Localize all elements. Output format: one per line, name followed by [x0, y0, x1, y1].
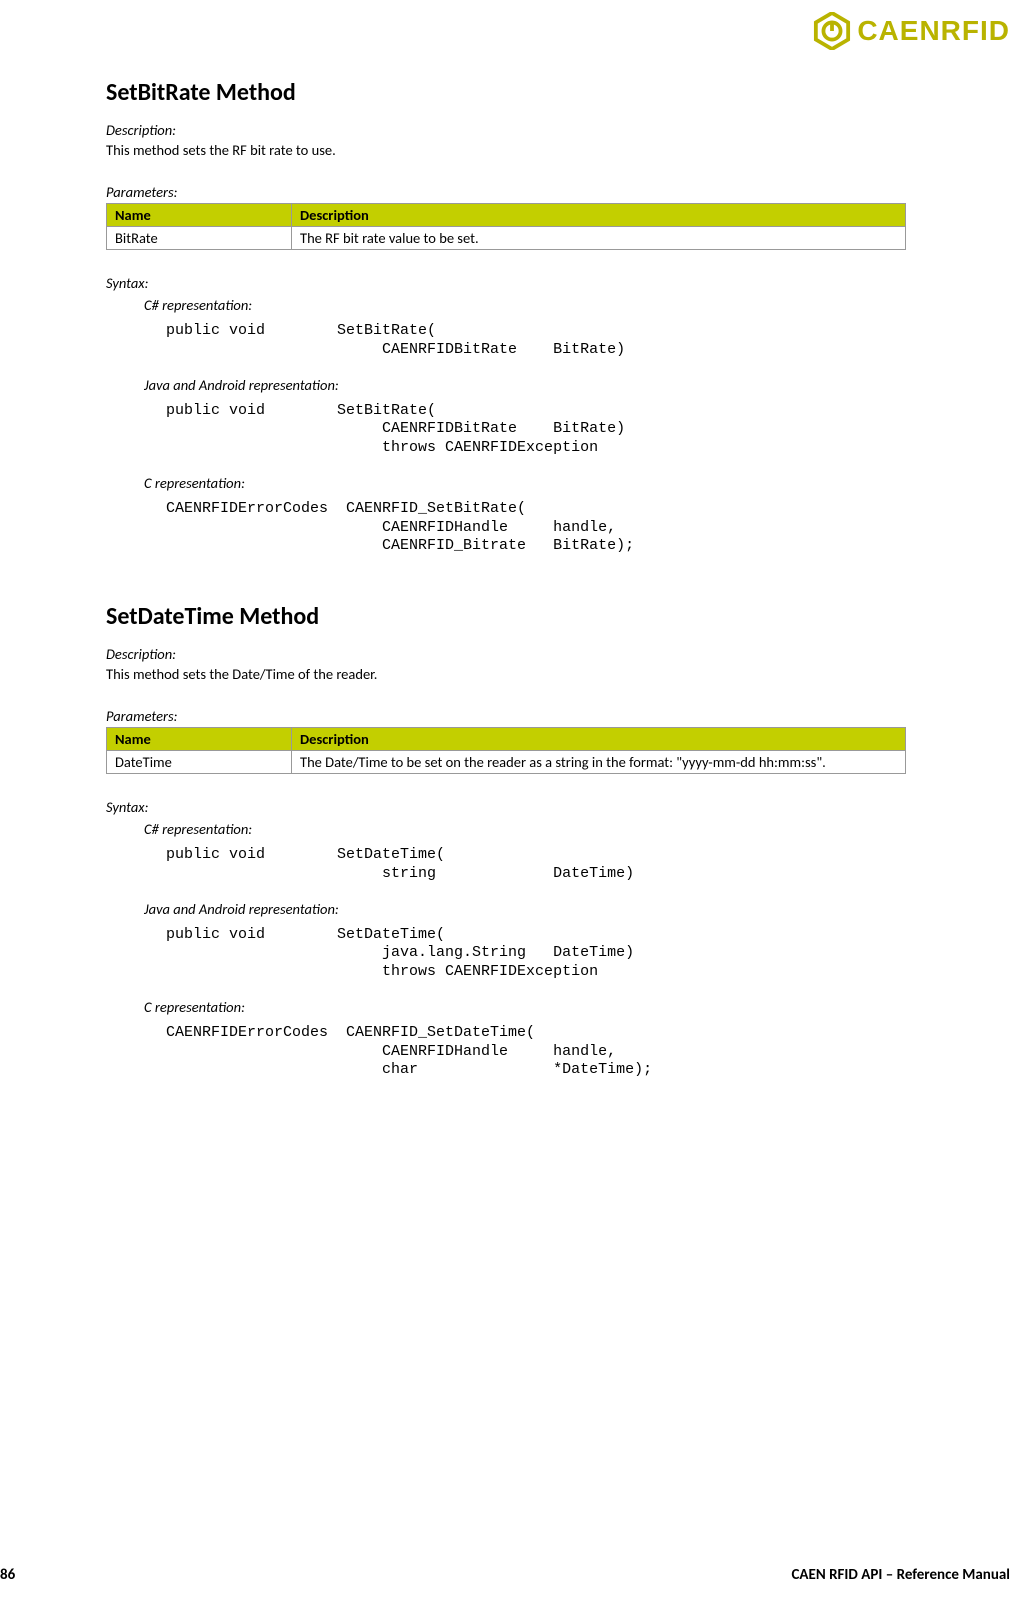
syntax-block: C# representation: public void SetBitRat…	[106, 296, 906, 556]
description-label: Description:	[106, 645, 906, 663]
brand-logo: CAENRFID	[813, 12, 1010, 50]
code-block: public void SetBitRate( CAENRFIDBitRate …	[166, 402, 906, 458]
parameters-table: Name Description DateTime The Date/Time …	[106, 727, 906, 774]
page-content: SetBitRate Method Description: This meth…	[106, 78, 906, 1120]
page-footer: 86 CAEN RFID API – Reference Manual	[0, 1566, 1010, 1584]
representation-label: Java and Android representation:	[144, 900, 906, 918]
syntax-block: C# representation: public void SetDateTi…	[106, 820, 906, 1080]
representation-label: C# representation:	[144, 820, 906, 838]
method-title: SetDateTime Method	[106, 602, 906, 631]
param-header-desc: Description	[292, 204, 906, 227]
code-block: public void SetDateTime( string DateTime…	[166, 846, 906, 884]
table-row: BitRate The RF bit rate value to be set.	[107, 227, 906, 250]
brand-hex-icon	[813, 12, 851, 50]
code-block: CAENRFIDErrorCodes CAENRFID_SetBitRate( …	[166, 500, 906, 556]
table-row: DateTime The Date/Time to be set on the …	[107, 751, 906, 774]
param-name: DateTime	[107, 751, 292, 774]
param-desc: The Date/Time to be set on the reader as…	[292, 751, 906, 774]
representation-label: Java and Android representation:	[144, 376, 906, 394]
method-title: SetBitRate Method	[106, 78, 906, 107]
description-text: This method sets the Date/Time of the re…	[106, 665, 906, 683]
representation-label: C# representation:	[144, 296, 906, 314]
description-label: Description:	[106, 121, 906, 139]
param-header-desc: Description	[292, 728, 906, 751]
code-block: public void SetBitRate( CAENRFIDBitRate …	[166, 322, 906, 360]
footer-title: CAEN RFID API – Reference Manual	[791, 1566, 1010, 1584]
param-name: BitRate	[107, 227, 292, 250]
param-desc: The RF bit rate value to be set.	[292, 227, 906, 250]
description-text: This method sets the RF bit rate to use.	[106, 141, 906, 159]
code-block: public void SetDateTime( java.lang.Strin…	[166, 926, 906, 982]
parameters-table: Name Description BitRate The RF bit rate…	[106, 203, 906, 250]
parameters-label: Parameters:	[106, 707, 906, 725]
brand-text: CAENRFID	[857, 15, 1010, 47]
representation-label: C representation:	[144, 474, 906, 492]
syntax-label: Syntax:	[106, 798, 906, 816]
code-block: CAENRFIDErrorCodes CAENRFID_SetDateTime(…	[166, 1024, 906, 1080]
parameters-label: Parameters:	[106, 183, 906, 201]
param-header-name: Name	[107, 204, 292, 227]
param-header-name: Name	[107, 728, 292, 751]
syntax-label: Syntax:	[106, 274, 906, 292]
representation-label: C representation:	[144, 998, 906, 1016]
page-number: 86	[0, 1566, 15, 1584]
